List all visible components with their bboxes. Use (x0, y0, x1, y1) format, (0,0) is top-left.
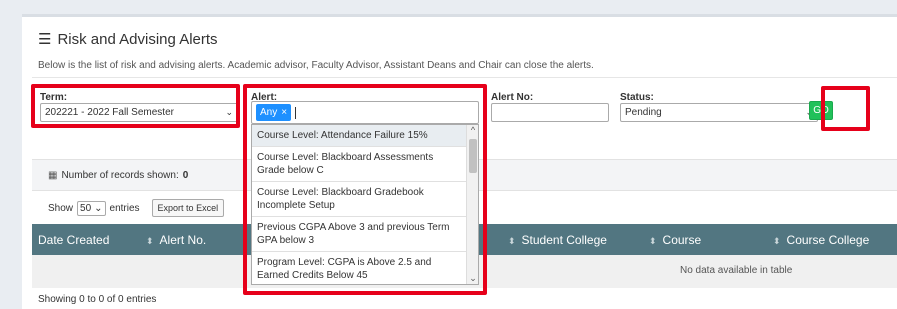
column-label: Course College (786, 233, 870, 247)
alert-no-input[interactable] (491, 103, 609, 122)
page-title: ☰ Risk and Advising Alerts (38, 30, 218, 49)
column-label: Student College (521, 233, 607, 247)
table-info: Showing 0 to 0 of 0 entries (38, 294, 157, 305)
column-label: Date Created (38, 233, 110, 247)
status-select-value: Pending (625, 107, 662, 118)
chevron-down-icon: ⌄ (94, 202, 103, 214)
alert-no-label: Alert No: (491, 92, 534, 103)
column-label: Course (662, 233, 702, 247)
records-label: Number of records shown: (61, 169, 179, 181)
term-highlight-box (31, 84, 240, 128)
column-header-date-created[interactable]: Date Created (38, 233, 109, 247)
sort-icon: ⬍ (508, 236, 516, 246)
status-label: Status: (620, 92, 654, 103)
alert-highlight-box (243, 84, 487, 295)
length-control: Show 50 ⌄ entries Export to Excel (32, 197, 262, 219)
page-title-text: Risk and Advising Alerts (57, 30, 218, 48)
page-length-select[interactable]: 50 ⌄ (77, 200, 106, 216)
list-icon: ☰ (38, 31, 52, 48)
export-excel-button[interactable]: Export to Excel (151, 199, 225, 217)
column-header-course-college[interactable]: ⬍ Course College (773, 233, 869, 247)
entries-label: entries (109, 202, 140, 214)
grid-icon: ▦ (48, 169, 58, 181)
show-label: Show (48, 202, 74, 214)
sort-icon: ⬍ (649, 236, 657, 246)
status-select[interactable]: Pending ⌄ (620, 103, 818, 122)
divider (32, 77, 897, 78)
sort-icon: ⬍ (773, 236, 781, 246)
page-description: Below is the list of risk and advising a… (38, 60, 594, 71)
column-header-alert-no[interactable]: ⬍ Alert No. (146, 233, 206, 247)
column-header-course[interactable]: ⬍ Course (649, 233, 701, 247)
records-count: 0 (182, 169, 189, 181)
go-highlight-box (821, 86, 870, 131)
empty-table-message: No data available in table (680, 265, 793, 276)
column-header-student-college[interactable]: ⬍ Student College (508, 233, 607, 247)
sort-icon: ⬍ (146, 236, 154, 246)
page-length-value: 50 (80, 202, 92, 214)
column-label: Alert No. (159, 233, 207, 247)
